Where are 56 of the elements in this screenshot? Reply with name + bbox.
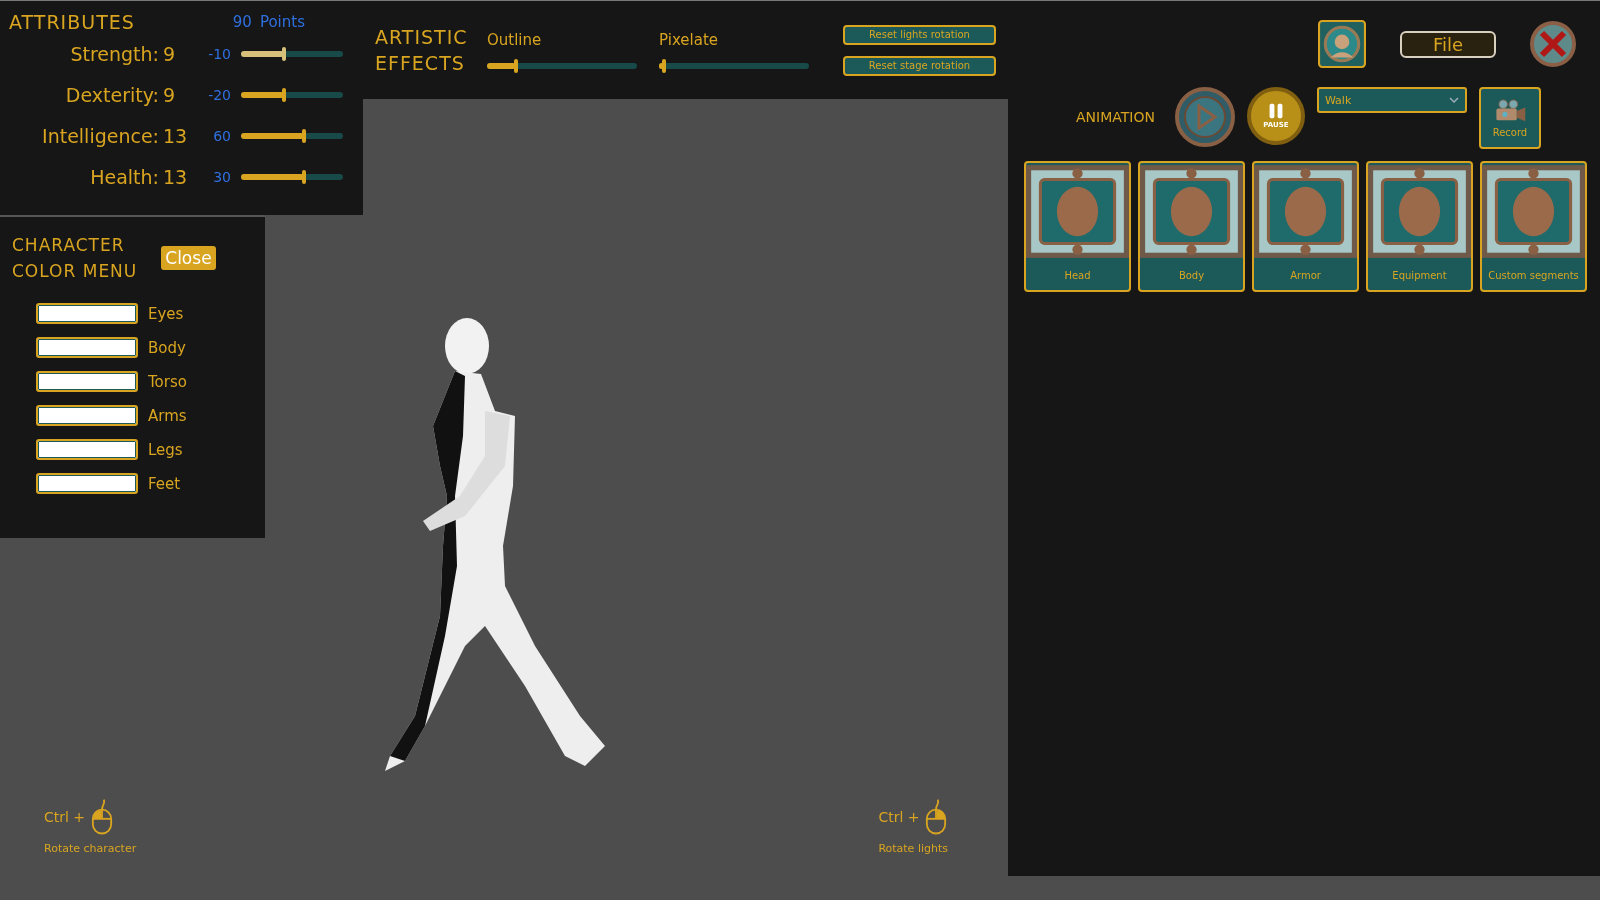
- avatar-button[interactable]: [1318, 20, 1366, 68]
- category-card[interactable]: Armor: [1252, 161, 1359, 292]
- stat-value: 9: [163, 83, 177, 106]
- file-button[interactable]: File: [1400, 30, 1496, 58]
- stat-label: Strength:: [69, 42, 159, 65]
- key-hint: Ctrl +: [44, 809, 86, 825]
- category-card[interactable]: Equipment: [1366, 161, 1473, 292]
- pause-icon: [1267, 103, 1284, 119]
- slider-label: Outline: [487, 31, 543, 49]
- color-label: Eyes: [148, 304, 184, 323]
- stat-value: 9: [163, 42, 177, 65]
- animation-dropdown[interactable]: Walk: [1316, 87, 1467, 113]
- stat-modifier: -10: [207, 45, 231, 62]
- reset-button[interactable]: Reset stage rotation: [843, 55, 996, 76]
- category-card[interactable]: Body: [1138, 161, 1245, 292]
- record-button[interactable]: Record: [1478, 87, 1541, 149]
- hint-label: Rotate lights: [878, 842, 948, 855]
- color-label: Body: [148, 338, 186, 357]
- color-swatch[interactable]: [36, 371, 138, 392]
- stat-modifier: 30: [212, 168, 231, 185]
- stat-modifier: -20: [207, 86, 231, 103]
- close-button[interactable]: Close: [161, 246, 216, 270]
- mouse-icon: [925, 798, 948, 836]
- slider-label: Pixelate: [659, 31, 719, 49]
- close-icon[interactable]: [1530, 21, 1576, 67]
- reset-button[interactable]: Reset lights rotation: [843, 24, 996, 45]
- effects-title: ARTISTIC: [375, 26, 465, 48]
- color-label: Arms: [148, 406, 187, 425]
- color-label: Feet: [148, 474, 181, 493]
- color-label: Torso: [148, 372, 187, 391]
- color-swatch[interactable]: [36, 473, 138, 494]
- color-label: Legs: [148, 440, 183, 459]
- color-swatch[interactable]: [36, 303, 138, 324]
- stat-label: Health:: [89, 165, 159, 188]
- menu-title: COLOR MENU: [12, 261, 138, 281]
- stat-label: Intelligence:: [41, 124, 159, 147]
- stat-value: 13: [163, 124, 189, 147]
- mouse-icon: [91, 798, 114, 836]
- category-card[interactable]: Head: [1024, 161, 1131, 292]
- stat-label: Dexterity:: [64, 83, 159, 106]
- effects-title: EFFECTS: [375, 52, 465, 74]
- play-button[interactable]: [1174, 87, 1235, 147]
- key-hint: Ctrl +: [878, 809, 920, 825]
- stat-value: 13: [163, 165, 189, 188]
- color-swatch[interactable]: [36, 439, 138, 460]
- color-swatch[interactable]: [36, 405, 138, 426]
- animation-label: ANIMATION: [1076, 109, 1155, 125]
- category-card[interactable]: Custom segments: [1480, 161, 1587, 292]
- stat-modifier: 60: [212, 127, 231, 144]
- caret-icon: [1448, 97, 1459, 103]
- points-value: 90: [232, 13, 252, 31]
- points-label: Points: [259, 13, 305, 31]
- menu-title: CHARACTER: [12, 235, 126, 255]
- color-swatch[interactable]: [36, 337, 138, 358]
- hint-label: Rotate character: [44, 842, 137, 855]
- panel-title: ATTRIBUTES: [9, 11, 135, 33]
